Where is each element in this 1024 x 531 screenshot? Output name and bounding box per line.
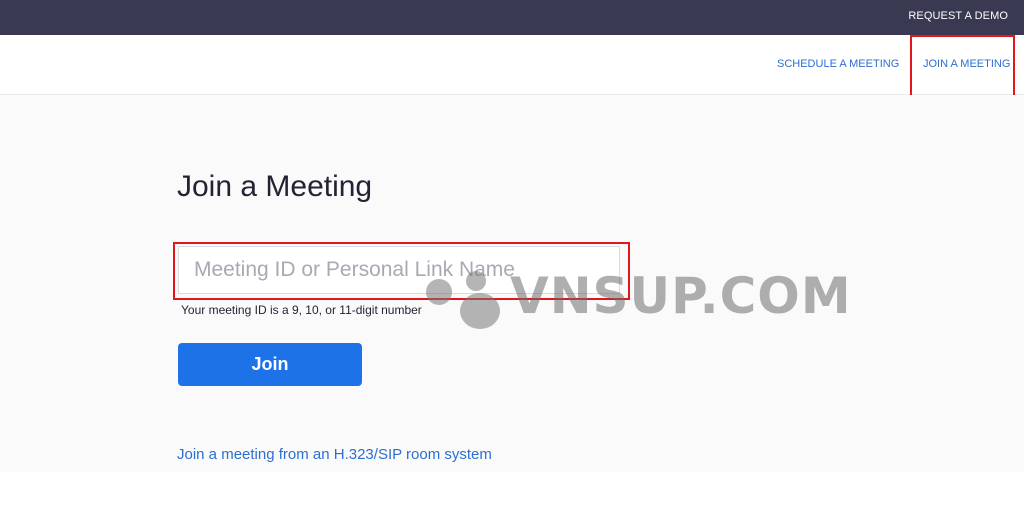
meeting-id-input[interactable]: [178, 246, 620, 294]
nav-join-meeting[interactable]: JOIN A MEETING: [923, 58, 1010, 70]
nav-schedule-meeting[interactable]: SCHEDULE A MEETING: [777, 58, 899, 70]
meeting-id-helper-text: Your meeting ID is a 9, 10, or 11-digit …: [181, 303, 422, 317]
top-bar: REQUEST A DEMO: [0, 0, 1024, 35]
page-title: Join a Meeting: [177, 170, 373, 203]
header-nav: SCHEDULE A MEETING JOIN A MEETING: [0, 35, 1024, 95]
join-button[interactable]: Join: [178, 343, 362, 386]
h323-sip-link[interactable]: Join a meeting from an H.323/SIP room sy…: [177, 446, 492, 463]
request-demo-link[interactable]: REQUEST A DEMO: [908, 10, 1008, 22]
footer-area: [0, 472, 1024, 531]
